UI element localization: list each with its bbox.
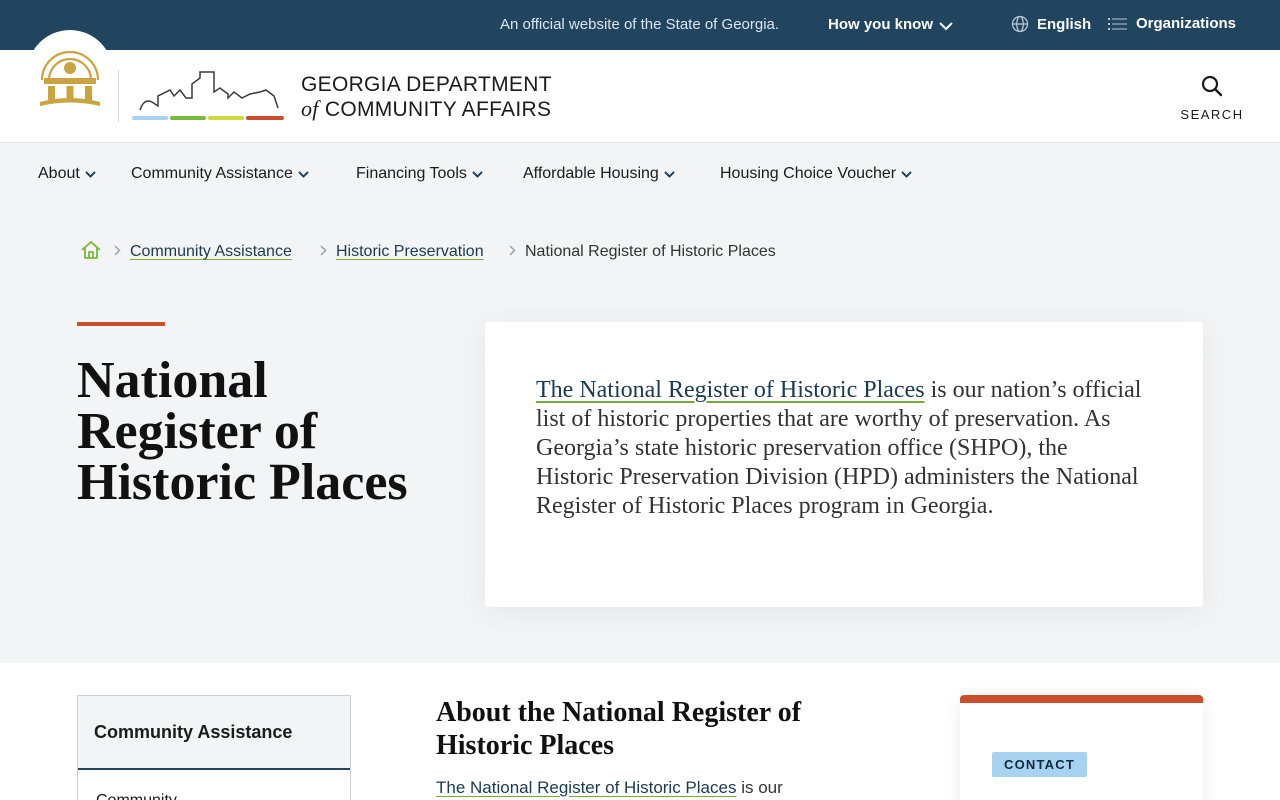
search-icon: [1201, 75, 1223, 97]
home-icon[interactable]: [80, 239, 102, 261]
chevron-right-icon: [320, 245, 327, 256]
language-selector[interactable]: English: [1011, 15, 1091, 33]
title-accent-bar: [77, 322, 165, 326]
contact-card: CONTACT: [960, 695, 1203, 800]
breadcrumb-link-historic-preservation[interactable]: Historic Preservation: [336, 243, 484, 261]
intro-text: The National Register of Historic Places…: [536, 376, 1146, 521]
page-title: National Register of Historic Places: [77, 352, 408, 511]
nav-label: Financing Tools: [356, 165, 467, 182]
nav-label: About: [38, 165, 80, 182]
agency-name[interactable]: GEORGIA DEPARTMENT of COMMUNITY AFFAIRS: [301, 73, 552, 122]
nav-label: Housing Choice Voucher: [720, 165, 897, 182]
nav-community-assistance[interactable]: Community Assistance: [131, 165, 309, 183]
sidebar-heading[interactable]: Community Assistance: [78, 696, 350, 770]
list-icon: [1108, 18, 1127, 30]
language-label: English: [1037, 16, 1092, 33]
globe-icon: [1011, 15, 1029, 33]
agency-name-of: of: [301, 96, 319, 121]
organizations-menu[interactable]: Organizations: [1108, 15, 1236, 32]
page-hero: Community Assistance Historic Preservati…: [0, 203, 1280, 663]
dca-skyline-logo-icon[interactable]: [130, 68, 286, 124]
section-sidebar: Community Assistance Community: [77, 695, 351, 800]
official-banner: An official website of the State of Geor…: [0, 0, 1280, 50]
contact-badge: CONTACT: [992, 752, 1087, 777]
official-website-text: An official website of the State of Geor…: [500, 16, 780, 33]
chevron-down-icon: [85, 171, 96, 178]
chevron-down-icon: [664, 171, 675, 178]
breadcrumb-link-community-assistance[interactable]: Community Assistance: [130, 243, 292, 261]
sidebar-item[interactable]: Community: [78, 770, 350, 800]
intro-register-link[interactable]: The National Register of Historic Places: [536, 377, 925, 403]
nav-housing-choice-voucher[interactable]: Housing Choice Voucher: [720, 165, 912, 183]
search-label: SEARCH: [1180, 107, 1244, 122]
main-navigation: About Community Assistance Financing Too…: [0, 143, 1280, 203]
search-button[interactable]: SEARCH: [1180, 74, 1244, 122]
about-heading: About the National Register of Historic …: [436, 697, 802, 761]
about-register-link[interactable]: The National Register of Historic Places: [436, 778, 736, 797]
georgia-seal-icon[interactable]: [36, 42, 104, 110]
nav-label: Community Assistance: [131, 165, 293, 182]
chevron-down-icon: [472, 171, 483, 178]
chevron-right-icon: [509, 245, 516, 256]
header-divider: [118, 70, 119, 122]
about-paragraph: The National Register of Historic Places…: [436, 778, 783, 798]
organizations-label: Organizations: [1136, 15, 1237, 32]
chevron-down-icon: [901, 171, 912, 178]
chevron-down-icon: [298, 171, 309, 178]
nav-label: Affordable Housing: [523, 165, 659, 182]
site-header: GEORGIA DEPARTMENT of COMMUNITY AFFAIRS …: [0, 30, 1280, 143]
agency-name-line1: GEORGIA DEPARTMENT: [301, 73, 552, 96]
agency-name-line2: COMMUNITY AFFAIRS: [324, 98, 552, 121]
breadcrumb-current: National Register of Historic Places: [525, 243, 776, 260]
nav-financing-tools[interactable]: Financing Tools: [356, 165, 483, 183]
about-paragraph-text: is our: [736, 778, 783, 797]
nav-about[interactable]: About: [38, 165, 96, 183]
nav-affordable-housing[interactable]: Affordable Housing: [523, 165, 675, 183]
how-you-know-label: How you know: [828, 16, 933, 33]
chevron-down-icon: [939, 22, 953, 31]
how-you-know-toggle[interactable]: How you know: [828, 16, 953, 33]
chevron-right-icon: [114, 245, 121, 256]
intro-card: The National Register of Historic Places…: [485, 322, 1203, 607]
